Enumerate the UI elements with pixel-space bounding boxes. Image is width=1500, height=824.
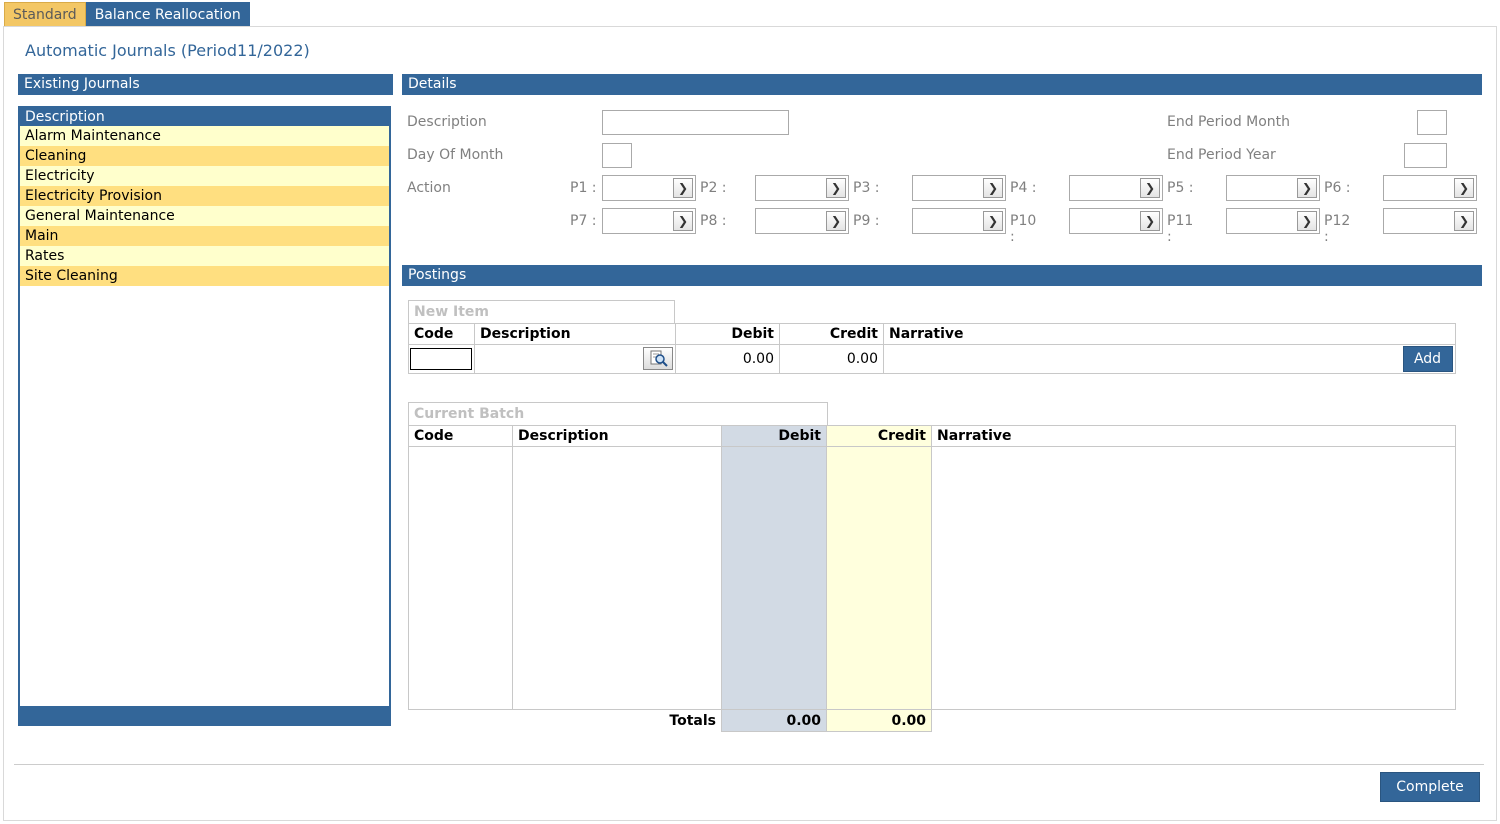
complete-button[interactable]: Complete: [1380, 772, 1480, 802]
period-select-p5[interactable]: ❯: [1226, 175, 1320, 201]
batch-narrative-column: [931, 446, 1456, 710]
batch-description-column: [512, 446, 722, 710]
period-label-p10: P10 :: [1010, 213, 1037, 245]
description-label: Description: [407, 114, 487, 130]
tab-standard[interactable]: Standard: [4, 2, 86, 27]
col-credit: Credit: [779, 323, 884, 345]
batch-col-description: Description: [512, 425, 722, 447]
chevron-down-icon: ❯: [673, 211, 693, 231]
chevron-down-icon: ❯: [983, 211, 1003, 231]
period-label-p7: P7 :: [570, 213, 597, 229]
batch-credit-column: [826, 446, 932, 710]
batch-debit-column: [721, 446, 827, 710]
chevron-down-icon: ❯: [826, 211, 846, 231]
period-label-p3: P3 :: [853, 180, 880, 196]
add-cell: Add: [1400, 344, 1456, 374]
chevron-down-icon: ❯: [1297, 211, 1317, 231]
total-credit: 0.00: [826, 709, 932, 732]
col-description: Description: [474, 323, 676, 345]
new-item-caption: New Item: [408, 300, 675, 323]
period-select-p3[interactable]: ❯: [912, 175, 1006, 201]
end-period-year-field[interactable]: [1404, 143, 1447, 168]
period-label-p1: P1 :: [570, 180, 597, 196]
period-label-p5: P5 :: [1167, 180, 1194, 196]
day-of-month-field[interactable]: [602, 143, 632, 168]
chevron-down-icon: ❯: [673, 178, 693, 198]
period-select-p9[interactable]: ❯: [912, 208, 1006, 234]
page-title: Automatic Journals (Period11/2022): [25, 41, 310, 60]
batch-col-narrative: Narrative: [931, 425, 1456, 447]
journal-list-item[interactable]: Main: [20, 226, 389, 246]
total-debit: 0.00: [721, 709, 827, 732]
chevron-down-icon: ❯: [1140, 211, 1160, 231]
chevron-down-icon: ❯: [1454, 211, 1474, 231]
end-period-month-field[interactable]: [1417, 110, 1447, 135]
journal-list: Description Alarm Maintenance Cleaning E…: [18, 106, 391, 726]
journal-list-item[interactable]: Alarm Maintenance: [20, 126, 389, 146]
batch-col-code: Code: [408, 425, 513, 447]
col-narrative: Narrative: [883, 323, 1456, 345]
chevron-down-icon: ❯: [1454, 178, 1474, 198]
period-select-p11[interactable]: ❯: [1226, 208, 1320, 234]
period-select-p4[interactable]: ❯: [1069, 175, 1163, 201]
journal-list-item[interactable]: Cleaning: [20, 146, 389, 166]
description-cell: [474, 344, 676, 374]
period-label-p12: P12 :: [1324, 213, 1351, 245]
col-debit: Debit: [675, 323, 780, 345]
new-item-code-input[interactable]: [410, 348, 472, 370]
totals-spacer: [932, 710, 1456, 732]
new-item-credit[interactable]: 0.00: [779, 344, 884, 374]
details-header: Details: [402, 74, 1482, 95]
period-select-p1[interactable]: ❯: [602, 175, 696, 201]
add-button[interactable]: Add: [1402, 346, 1453, 372]
current-batch-caption: Current Batch: [408, 402, 828, 425]
journal-list-item[interactable]: General Maintenance: [20, 206, 389, 226]
journal-list-item[interactable]: Electricity Provision: [20, 186, 389, 206]
period-select-p10[interactable]: ❯: [1069, 208, 1163, 234]
period-select-p6[interactable]: ❯: [1383, 175, 1477, 201]
batch-code-column: [408, 446, 513, 710]
tab-balance-reallocation[interactable]: Balance Reallocation: [85, 2, 250, 27]
postings-header: Postings: [402, 265, 1482, 286]
period-select-p2[interactable]: ❯: [755, 175, 849, 201]
batch-col-debit: Debit: [721, 425, 827, 447]
description-field[interactable]: [602, 110, 789, 135]
period-select-p8[interactable]: ❯: [755, 208, 849, 234]
period-label-p11: P11 :: [1167, 213, 1194, 245]
period-select-p7[interactable]: ❯: [602, 208, 696, 234]
batch-totals-row: Totals 0.00 0.00: [409, 709, 1456, 732]
existing-journals-header: Existing Journals: [18, 74, 393, 95]
tab-bar: Standard Balance Reallocation: [4, 2, 250, 27]
batch-empty-body: [408, 446, 1456, 710]
period-label-p2: P2 :: [700, 180, 727, 196]
action-label: Action: [407, 180, 451, 196]
chevron-down-icon: ❯: [1140, 178, 1160, 198]
current-batch-table: Code Description Debit Credit Narrative …: [408, 425, 1456, 732]
magnifier-lookup-icon[interactable]: [643, 347, 673, 370]
end-period-month-label: End Period Month: [1167, 114, 1291, 130]
end-period-year-label: End Period Year: [1167, 147, 1276, 163]
new-item-debit[interactable]: 0.00: [675, 344, 780, 374]
code-cell: [408, 344, 475, 374]
period-label-p9: P9 :: [853, 213, 880, 229]
chevron-down-icon: ❯: [1297, 178, 1317, 198]
day-of-month-label: Day Of Month: [407, 147, 504, 163]
journal-list-item[interactable]: Rates: [20, 246, 389, 266]
chevron-down-icon: ❯: [983, 178, 1003, 198]
journal-list-item[interactable]: Site Cleaning: [20, 266, 389, 286]
journal-list-column-header: Description: [20, 108, 389, 126]
new-item-narrative[interactable]: [883, 344, 1401, 374]
period-label-p8: P8 :: [700, 213, 727, 229]
col-code: Code: [408, 323, 475, 345]
batch-col-credit: Credit: [826, 425, 932, 447]
period-select-p12[interactable]: ❯: [1383, 208, 1477, 234]
new-item-table: Code Description Debit Credit Narrative …: [408, 323, 1456, 374]
chevron-down-icon: ❯: [826, 178, 846, 198]
journal-list-item[interactable]: Electricity: [20, 166, 389, 186]
period-label-p6: P6 :: [1324, 180, 1351, 196]
footer-divider: [14, 764, 1484, 765]
period-label-p4: P4 :: [1010, 180, 1037, 196]
totals-label: Totals: [669, 712, 716, 729]
